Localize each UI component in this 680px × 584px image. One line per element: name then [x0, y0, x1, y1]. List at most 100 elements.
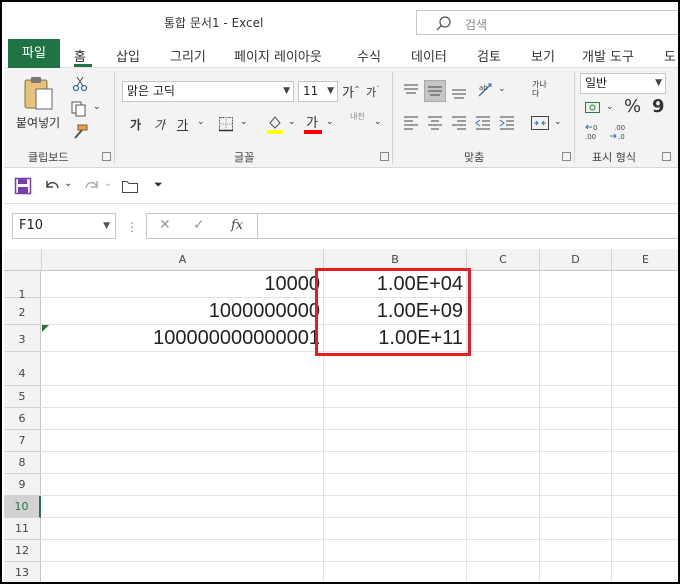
gridline [42, 451, 678, 452]
font-color-button[interactable]: 가 [306, 112, 318, 131]
increase-indent-icon[interactable] [498, 114, 516, 132]
align-right-icon[interactable] [450, 114, 468, 132]
decrease-font-button[interactable]: 가ˇ [366, 84, 380, 100]
underline-dropdown-icon[interactable]: ⌄ [197, 117, 205, 127]
save-icon[interactable] [14, 177, 32, 195]
font-color-dropdown-icon[interactable]: ⌄ [326, 117, 334, 127]
font-name-select[interactable]: 맑은 고딕 ▼ [122, 81, 294, 102]
tab-draw[interactable]: 그리기 [170, 46, 206, 65]
customize-qat-icon[interactable]: ⏷ [154, 178, 163, 192]
tab-review[interactable]: 검토 [477, 46, 501, 65]
number-launcher-icon[interactable] [662, 152, 671, 161]
row-header-6[interactable]: 6 [4, 408, 41, 430]
bottom-align-icon[interactable] [450, 82, 468, 100]
row-header-12[interactable]: 12 [4, 540, 41, 562]
percent-button[interactable]: % [624, 96, 641, 117]
italic-button[interactable]: 가 [154, 116, 165, 133]
row-header-7[interactable]: 7 [4, 430, 41, 452]
cancel-icon[interactable]: ✕ [159, 217, 171, 233]
wrap-text-button[interactable]: 가나다 [532, 80, 550, 98]
border-icon[interactable] [218, 116, 234, 132]
tab-more[interactable]: 도 [664, 46, 676, 65]
increase-font-button[interactable]: 가^ [342, 82, 360, 101]
decrease-decimal-icon[interactable]: .00 .0 [608, 122, 630, 142]
tab-file[interactable]: 파일 [8, 39, 60, 68]
copy-dropdown-icon[interactable]: ⌄ [93, 102, 101, 112]
group-divider [392, 72, 393, 164]
align-center-icon[interactable] [426, 114, 444, 132]
row-header-1[interactable]: 1 [4, 271, 41, 301]
redo-icon[interactable] [82, 176, 102, 196]
fill-color-icon[interactable] [266, 114, 284, 134]
row-header-4[interactable]: 4 [4, 352, 41, 386]
cut-icon[interactable] [72, 76, 88, 92]
formula-input[interactable] [258, 213, 678, 239]
row-header-2[interactable]: 2 [4, 298, 41, 325]
font-color-glyph: 가 [306, 116, 318, 131]
insert-function-icon[interactable]: fx [231, 218, 243, 233]
column-header-d[interactable]: D [540, 249, 612, 271]
row-header-8[interactable]: 8 [4, 452, 41, 474]
enter-icon[interactable]: ✓ [193, 217, 205, 233]
comma-style-button[interactable]: 9 [652, 96, 665, 117]
orientation-dropdown-icon[interactable]: ⌄ [498, 84, 506, 94]
redo-dropdown-icon[interactable]: ⌄ [104, 178, 112, 189]
paste-icon[interactable] [22, 74, 56, 112]
error-indicator-icon[interactable] [42, 325, 49, 332]
highlight-annotation [315, 268, 471, 356]
increase-decimal-icon[interactable]: 0 .00 [584, 122, 606, 142]
orientation-icon[interactable]: ab [476, 80, 496, 100]
copy-icon[interactable] [70, 100, 90, 118]
alignment-launcher-icon[interactable] [562, 152, 571, 161]
undo-dropdown-icon[interactable]: ⌄ [64, 178, 72, 189]
select-all-corner[interactable] [4, 249, 42, 271]
row-header-13[interactable]: 13 [4, 562, 41, 582]
tab-home[interactable]: 홈 [74, 46, 86, 65]
tab-insert[interactable]: 삽입 [116, 46, 140, 65]
phonetic-button[interactable]: 내천 [350, 112, 368, 121]
clipboard-launcher-icon[interactable] [102, 152, 111, 161]
row-header-10[interactable]: 10 [4, 496, 41, 518]
worksheet-grid[interactable]: A B C D E 1 2 3 4 5 6 7 8 9 10 11 12 13 [4, 249, 678, 582]
column-header-a[interactable]: A [42, 249, 324, 271]
font-group-label: 글꼴 [234, 151, 255, 164]
bold-button[interactable]: 가 [130, 116, 141, 133]
format-painter-icon[interactable] [71, 124, 89, 140]
merge-dropdown-icon[interactable]: ⌄ [554, 117, 562, 127]
search-box[interactable]: 검색 [416, 10, 678, 35]
undo-icon[interactable] [42, 176, 62, 196]
cell-a3[interactable]: 100000000000001 [44, 327, 320, 352]
row-header-11[interactable]: 11 [4, 518, 41, 540]
middle-align-icon[interactable] [426, 82, 444, 100]
name-box[interactable]: F10 ▼ [12, 213, 116, 239]
decrease-indent-icon[interactable] [474, 114, 492, 132]
paste-label[interactable]: 붙여넣기 [16, 114, 60, 131]
cell-a2[interactable]: 1000000000 [44, 300, 320, 325]
accounting-dropdown-icon[interactable]: ⌄ [606, 102, 614, 112]
row-header-5[interactable]: 5 [4, 386, 41, 408]
clipboard-group-label: 클립보드 [28, 151, 69, 164]
cell-a1[interactable]: 10000 [44, 273, 320, 298]
accounting-format-icon[interactable] [584, 100, 604, 116]
tab-view[interactable]: 보기 [531, 46, 555, 65]
tab-data[interactable]: 데이터 [411, 46, 447, 65]
row-header-9[interactable]: 9 [4, 474, 41, 496]
more-options-icon[interactable]: ⋮ [126, 220, 138, 234]
folder-icon[interactable] [121, 178, 139, 194]
tab-developer[interactable]: 개발 도구 [582, 46, 634, 65]
border-dropdown-icon[interactable]: ⌄ [240, 117, 248, 127]
font-launcher-icon[interactable] [380, 152, 389, 161]
underline-button[interactable]: 가 [177, 116, 188, 133]
column-header-c[interactable]: C [467, 249, 540, 271]
phonetic-dropdown-icon[interactable]: ⌄ [374, 117, 382, 127]
font-size-select[interactable]: 11 ▼ [298, 81, 338, 102]
column-header-e[interactable]: E [612, 249, 678, 271]
fill-dropdown-icon[interactable]: ⌄ [288, 117, 296, 127]
align-left-icon[interactable] [402, 114, 420, 132]
merge-center-icon[interactable] [530, 114, 550, 132]
tab-formulas[interactable]: 수식 [357, 46, 381, 65]
row-header-3[interactable]: 3 [4, 325, 41, 352]
tab-page-layout[interactable]: 페이지 레이아웃 [234, 46, 322, 65]
number-format-select[interactable]: 일반 ▼ [580, 73, 666, 94]
top-align-icon[interactable] [402, 82, 420, 100]
